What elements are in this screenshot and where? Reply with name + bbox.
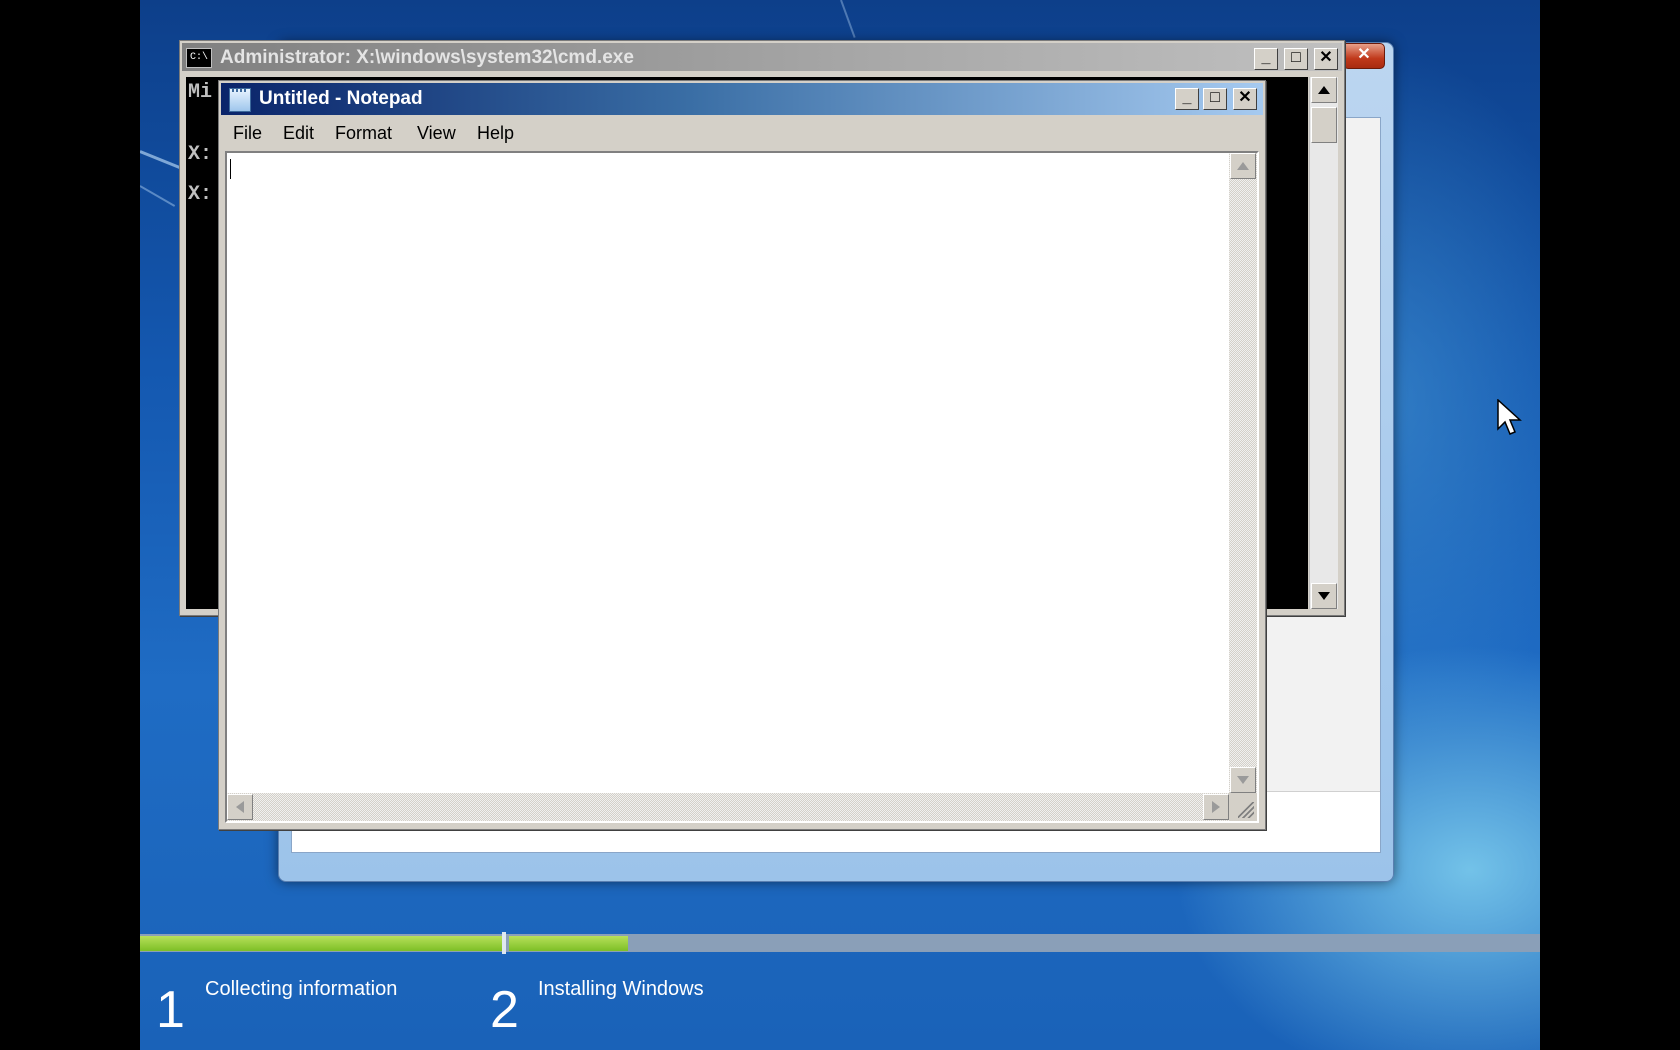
console-line: X: bbox=[188, 183, 213, 206]
notepad-horizontal-scrollbar[interactable] bbox=[227, 793, 1229, 821]
notepad-text-area[interactable] bbox=[225, 151, 1259, 823]
cmd-titlebar[interactable]: C:\ Administrator: X:\windows\system32\c… bbox=[182, 43, 1342, 71]
step-number: 1 bbox=[156, 981, 185, 1039]
menu-format[interactable]: Format bbox=[335, 123, 392, 144]
cmd-vertical-scrollbar[interactable] bbox=[1309, 77, 1338, 609]
notepad-maximize-button[interactable]: □ bbox=[1203, 88, 1227, 110]
menu-file[interactable]: File bbox=[233, 123, 262, 144]
scroll-left-button[interactable] bbox=[227, 794, 253, 820]
setup-progress-separator bbox=[502, 932, 506, 954]
arrow-up-icon bbox=[1237, 162, 1249, 170]
setup-progress-step2-fill bbox=[509, 936, 628, 951]
cmd-minimize-button[interactable]: _ bbox=[1254, 48, 1278, 70]
notepad-vertical-scrollbar[interactable] bbox=[1229, 153, 1257, 793]
notepad-minimize-button[interactable]: _ bbox=[1175, 88, 1199, 110]
cmd-icon[interactable]: C:\ bbox=[186, 48, 212, 68]
notepad-icon[interactable] bbox=[229, 88, 251, 112]
desktop-light-streak bbox=[840, 0, 856, 38]
step-label: Installing Windows bbox=[538, 978, 704, 1000]
arrow-down-icon bbox=[1237, 776, 1249, 784]
scroll-up-button[interactable] bbox=[1311, 77, 1337, 103]
step-number: 2 bbox=[490, 981, 519, 1039]
notepad-titlebar[interactable]: Untitled - Notepad _ □ ✕ bbox=[221, 83, 1263, 115]
arrow-left-icon bbox=[236, 801, 244, 813]
console-line: Mi bbox=[188, 81, 213, 104]
notepad-menubar: File Edit Format View Help bbox=[221, 117, 1263, 147]
resize-grip-icon[interactable] bbox=[1229, 793, 1257, 821]
scroll-up-button[interactable] bbox=[1230, 153, 1256, 179]
menu-view[interactable]: View bbox=[417, 123, 456, 144]
menu-help[interactable]: Help bbox=[477, 123, 514, 144]
desktop-light-streak bbox=[140, 185, 176, 207]
cmd-maximize-button[interactable]: □ bbox=[1284, 48, 1308, 70]
menu-edit[interactable]: Edit bbox=[283, 123, 314, 144]
arrow-up-icon bbox=[1318, 86, 1330, 94]
text-caret bbox=[230, 159, 231, 179]
scroll-down-button[interactable] bbox=[1230, 767, 1256, 793]
notepad-window-title: Untitled - Notepad bbox=[259, 88, 423, 109]
setup-progress-step1-fill bbox=[140, 936, 502, 951]
scroll-right-button[interactable] bbox=[1203, 794, 1229, 820]
scroll-down-button[interactable] bbox=[1311, 583, 1337, 609]
cmd-window-title: Administrator: X:\windows\system32\cmd.e… bbox=[220, 47, 634, 68]
step-label: Collecting information bbox=[205, 978, 398, 1000]
cmd-close-button[interactable]: ✕ bbox=[1314, 48, 1338, 70]
mouse-pointer-icon bbox=[1497, 399, 1522, 435]
arrow-right-icon bbox=[1212, 801, 1220, 813]
scroll-thumb[interactable] bbox=[1311, 107, 1337, 143]
notepad-window[interactable]: Untitled - Notepad _ □ ✕ File Edit Forma… bbox=[218, 80, 1266, 830]
notepad-close-button[interactable]: ✕ bbox=[1233, 88, 1257, 110]
console-line: X: bbox=[188, 143, 213, 166]
arrow-down-icon bbox=[1318, 592, 1330, 600]
setup-close-button[interactable]: ✕ bbox=[1343, 43, 1385, 69]
